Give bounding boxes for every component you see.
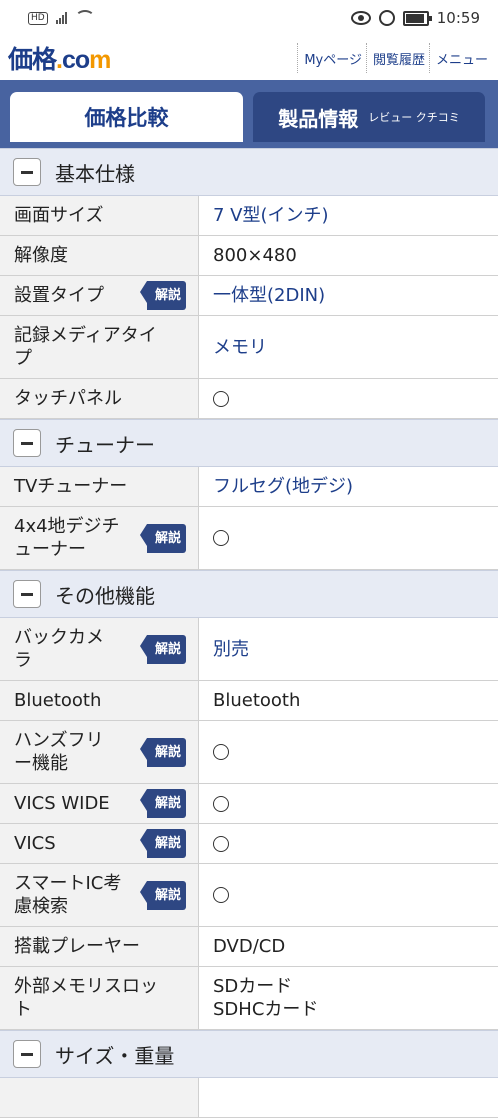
spec-row: 解像度 800×480: [0, 236, 498, 276]
spec-value: [199, 1078, 498, 1117]
collapse-icon[interactable]: [13, 429, 41, 457]
spec-label: タッチパネル: [0, 379, 199, 418]
spec-label: バックカメ ラ解説: [0, 618, 199, 680]
spec-row: Bluetooth Bluetooth: [0, 681, 498, 721]
nav-history[interactable]: 閲覧履歴: [365, 43, 429, 73]
kaisetsu-button[interactable]: 解説: [139, 829, 186, 858]
spec-row: 画面サイズ 7 V型(インチ): [0, 196, 498, 236]
spec-value[interactable]: 7 V型(インチ): [199, 196, 498, 235]
section-title: サイズ・重量: [55, 1043, 175, 1068]
section-tuner[interactable]: チューナー: [0, 419, 498, 467]
battery-icon: [402, 10, 432, 26]
section-title: その他機能: [55, 583, 155, 608]
spec-value: [199, 864, 498, 926]
kaisetsu-button[interactable]: 解説: [139, 281, 186, 310]
spec-row: タッチパネル: [0, 379, 498, 419]
spec-row: 搭載プレーヤー DVD/CD: [0, 927, 498, 967]
tab-product-info-sub: レビュー クチコミ: [368, 111, 460, 124]
spec-label: VICS WIDE 解説: [0, 784, 199, 823]
site-header: 価格.com Myページ 閲覧履歴 メニュー: [0, 36, 498, 80]
spec-value: Bluetooth: [213, 690, 301, 711]
header-nav: Myページ 閲覧履歴 メニュー: [297, 43, 492, 73]
alarm-icon: [378, 10, 395, 26]
spec-label: Bluetooth: [0, 681, 199, 720]
circle-mark: [213, 744, 229, 760]
spec-label: スマートIC考 慮検索 解説: [0, 864, 199, 926]
spec-label: TVチューナー: [0, 467, 199, 506]
spec-label: 外部メモリスロッ ト: [0, 967, 199, 1029]
wifi-icon: [74, 10, 95, 26]
spec-row: VICS WIDE 解説: [0, 784, 498, 824]
collapse-icon[interactable]: [13, 1040, 41, 1068]
spec-value: [199, 721, 498, 783]
tab-product-info[interactable]: 製品情報 レビュー クチコミ: [253, 92, 485, 142]
spec-label: 画面サイズ: [0, 196, 199, 235]
kaisetsu-button[interactable]: 解説: [139, 789, 186, 818]
kaisetsu-button[interactable]: 解説: [139, 737, 186, 767]
spec-label: ハンズフリ ー機能 解説: [0, 721, 199, 783]
circle-mark: [213, 835, 229, 852]
kaisetsu-button[interactable]: 解説: [139, 523, 186, 553]
circle-mark: [213, 795, 229, 812]
nav-menu[interactable]: メニュー: [428, 43, 492, 73]
spec-row: 記録メディアタイ プ メモリ: [0, 316, 498, 379]
spec-value: DVD/CD: [213, 936, 286, 957]
circle-mark: [213, 390, 229, 407]
spec-label: [0, 1078, 199, 1117]
kaisetsu-button[interactable]: 解説: [139, 880, 186, 910]
spec-label: 記録メディアタイ プ: [0, 316, 199, 378]
spec-value[interactable]: 別売: [199, 618, 498, 680]
hd-indicator: HD: [28, 11, 48, 25]
section-title: 基本仕様: [55, 161, 135, 186]
spec-row: 設置タイプ 解説 一体型(2DIN): [0, 276, 498, 316]
collapse-icon[interactable]: [13, 580, 41, 608]
spec-value[interactable]: メモリ: [199, 316, 498, 378]
spec-row: バックカメ ラ解説 別売: [0, 618, 498, 681]
spec-row: 外部メモリスロッ ト SDカード SDHCカード: [0, 967, 498, 1030]
spec-value: [199, 507, 498, 569]
kaisetsu-button[interactable]: 解説: [139, 634, 186, 664]
spec-label: 設置タイプ 解説: [0, 276, 199, 315]
nav-mypage[interactable]: Myページ: [297, 43, 366, 73]
circle-mark: [213, 530, 229, 546]
section-size[interactable]: サイズ・重量: [0, 1030, 498, 1078]
collapse-icon[interactable]: [13, 158, 41, 186]
spec-row: ハンズフリ ー機能 解説: [0, 721, 498, 784]
spec-value: SDカード SDHCカード: [213, 976, 319, 1020]
tab-product-info-label: 製品情報: [278, 106, 359, 131]
clock: 10:59: [436, 9, 480, 27]
section-basic[interactable]: 基本仕様: [0, 148, 498, 196]
tab-bar: 価格比較 製品情報 レビュー クチコミ: [0, 80, 498, 148]
spec-row: スマートIC考 慮検索 解説: [0, 864, 498, 927]
spec-value: [199, 824, 498, 863]
spec-value: 800×480: [213, 245, 297, 266]
spec-value: [199, 379, 498, 418]
spec-row: 4x4地デジチ ューナー 解説: [0, 507, 498, 570]
spec-value[interactable]: 一体型(2DIN): [199, 276, 498, 315]
signal-icon: [55, 12, 67, 24]
spec-label: VICS 解説: [0, 824, 199, 863]
eye-icon: [350, 11, 371, 25]
section-other[interactable]: その他機能: [0, 570, 498, 618]
spec-value[interactable]: フルセグ(地デジ): [199, 467, 498, 506]
tab-price-compare[interactable]: 価格比較: [10, 92, 243, 142]
spec-label: 4x4地デジチ ューナー 解説: [0, 507, 199, 569]
spec-row: VICS 解説: [0, 824, 498, 864]
spec-label: 解像度: [0, 236, 199, 275]
spec-label: 搭載プレーヤー: [0, 927, 199, 966]
spec-row: TVチューナー フルセグ(地デジ): [0, 467, 498, 507]
kakaku-logo[interactable]: 価格.com: [8, 40, 111, 76]
spec-row: [0, 1078, 498, 1118]
status-bar: HD 10:59: [0, 0, 498, 36]
section-title: チューナー: [55, 432, 155, 457]
spec-value: [199, 784, 498, 823]
circle-mark: [213, 887, 229, 903]
